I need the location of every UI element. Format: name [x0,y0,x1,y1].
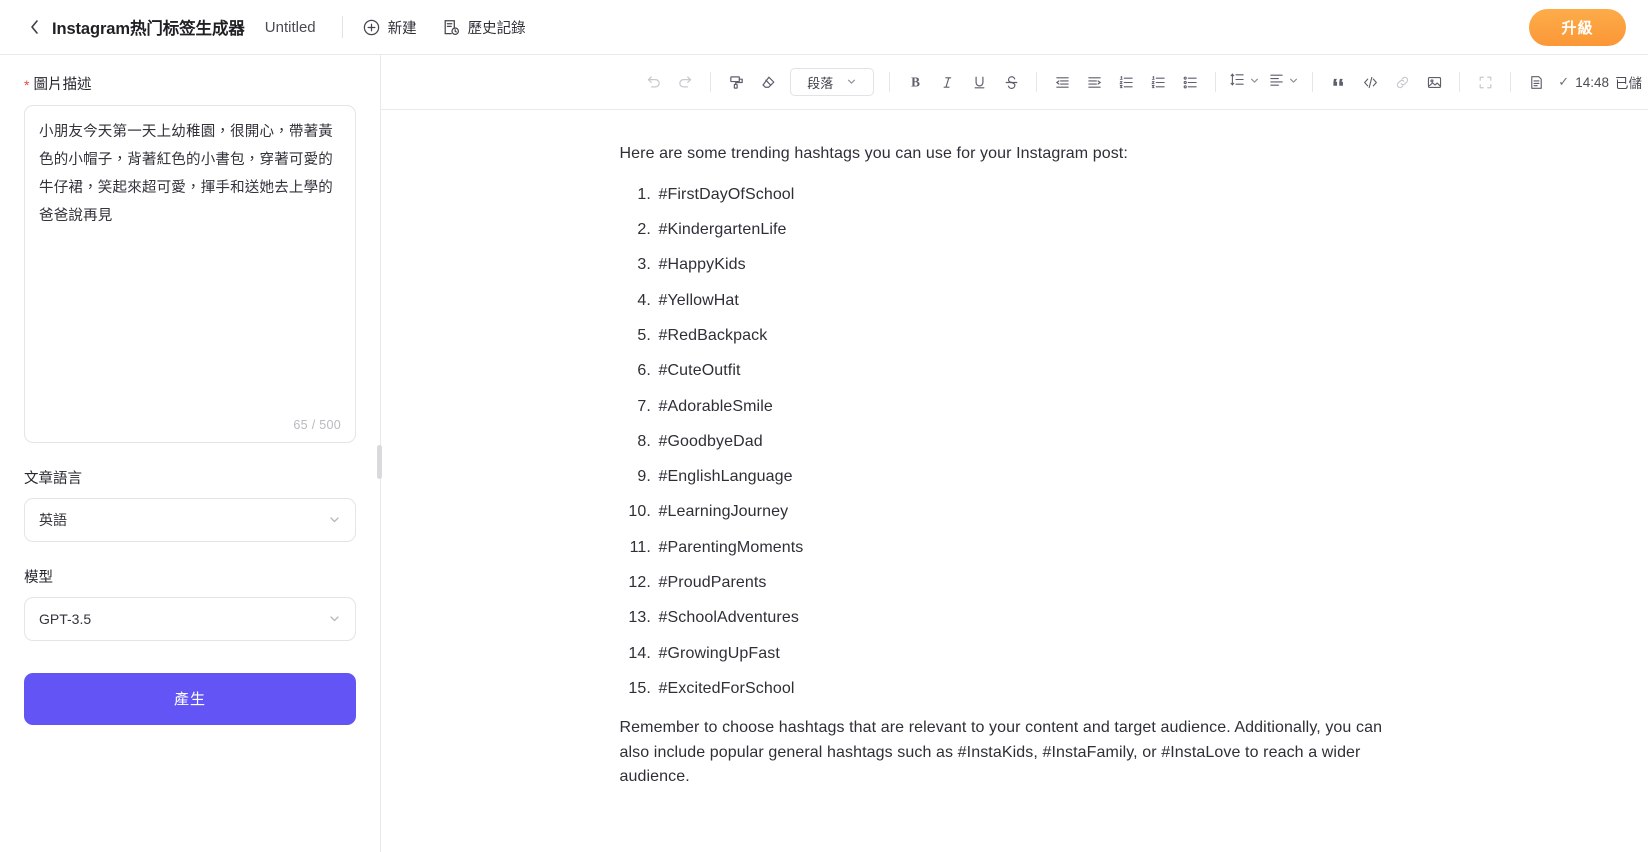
hashtag-list: #FirstDayOfSchool #KindergartenLife #Happy… [620,183,1410,702]
ordered-list-icon[interactable] [1110,66,1142,98]
line-height-select[interactable] [1225,66,1264,98]
hashtag-list-item: #GrowingUpFast [656,642,1410,667]
toolbar-divider [710,72,712,92]
document-icon[interactable] [1520,66,1552,98]
generate-button[interactable]: 產生 [24,672,356,725]
line-height-icon [1229,71,1246,93]
workspace: * 圖片描述 小朋友今天第一天上幼稚園，很開心，帶著黃色的小帽子，背著紅色的小書… [0,55,1648,852]
format-painter-icon[interactable] [720,66,752,98]
document-title-field[interactable]: Untitled [265,19,316,36]
code-icon[interactable] [1354,66,1386,98]
model-selected-value: GPT-3.5 [39,610,92,627]
header-divider [341,16,343,38]
top-header-bar: Instagram热门标签生成器 Untitled 新建 歷史記錄 升級 [0,0,1648,55]
save-label: 已儲 [1615,76,1642,91]
new-document-button[interactable]: 新建 [363,17,417,38]
editor-outro-paragraph: Remember to choose hashtags that are rel… [619,718,1383,786]
image-description-value[interactable]: 小朋友今天第一天上幼稚園，很開心，帶著黃色的小帽子，背著紅色的小書包，穿著可愛的… [39,118,341,231]
history-icon [443,19,460,36]
italic-icon[interactable] [931,66,963,98]
hashtag-list-item: #EnglishLanguage [656,465,1410,490]
image-description-label-text: 圖片描述 [33,77,92,93]
chevron-down-icon [846,75,857,90]
image-icon[interactable] [1418,66,1450,98]
hashtag-list-item: #ProudParents [656,571,1410,596]
editor-scroll-area[interactable]: Here are some trending hashtags you can … [381,110,1648,852]
history-label: 歷史記錄 [467,20,526,37]
redo-icon[interactable] [669,66,701,98]
hashtag-list-item: #RedBackpack [656,324,1410,349]
block-type-select[interactable]: 段落 [790,68,875,96]
editor-toolbar: 段落 B ✓ 14:48 已儲 [381,55,1648,110]
hashtag-list-item: #LearningJourney [656,500,1410,525]
editor-content[interactable]: Here are some trending hashtags you can … [620,110,1410,790]
language-select[interactable]: 英語 [24,497,356,542]
undo-icon[interactable] [637,66,669,98]
toolbar-divider [889,72,891,92]
language-label: 文章語言 [24,470,82,487]
outdent-icon[interactable] [1046,66,1078,98]
plus-circle-icon [363,19,380,36]
hashtag-list-item: #ExcitedForSchool [656,677,1410,702]
hashtag-list-item: #SchoolAdventures [656,606,1410,631]
model-select[interactable]: GPT-3.5 [24,596,356,641]
image-description-input[interactable]: 小朋友今天第一天上幼稚園，很開心，帶著黃色的小帽子，背著紅色的小書包，穿著可愛的… [24,104,356,443]
chevron-down-icon [1288,73,1299,91]
history-button[interactable]: 歷史記錄 [443,17,526,38]
upgrade-button[interactable]: 升級 [1529,9,1626,46]
editor-panel: 段落 B ✓ 14:48 已儲 Here are some trending h… [381,55,1648,852]
fullscreen-icon[interactable] [1469,66,1501,98]
chevron-down-icon [328,612,341,625]
hashtag-list-item: #ParentingMoments [656,536,1410,561]
toolbar-divider [1459,72,1461,92]
hashtag-list-item: #HappyKids [656,253,1410,278]
indent-icon[interactable] [1078,66,1110,98]
svg-text:B: B [911,74,920,89]
check-icon: ✓ [1558,74,1570,89]
align-icon [1268,71,1285,93]
form-sidebar: * 圖片描述 小朋友今天第一天上幼稚園，很開心，帶著黃色的小帽子，背著紅色的小書… [0,55,381,852]
toolbar-divider [1312,72,1314,92]
toolbar-divider [1036,72,1038,92]
text-align-select[interactable] [1264,66,1303,98]
link-icon[interactable] [1386,66,1418,98]
panel-resize-handle[interactable] [377,445,382,479]
hashtag-list-item: #AdorableSmile [656,395,1410,420]
chevron-down-icon [328,513,341,526]
block-type-value: 段落 [807,75,834,91]
hashtag-list-item: #GoodbyeDad [656,430,1410,455]
eraser-icon[interactable] [752,66,784,98]
chevron-down-icon [1249,73,1260,91]
quote-icon[interactable] [1322,66,1354,98]
hashtag-list-item: #KindergartenLife [656,218,1410,243]
required-asterisk: * [24,77,30,93]
language-selected-value: 英語 [39,511,67,528]
save-time: 14:48 [1575,74,1609,90]
ordered-list-alt-icon[interactable] [1142,66,1174,98]
image-description-label: * 圖片描述 [24,77,356,95]
model-label: 模型 [24,569,53,586]
toolbar-divider [1510,72,1512,92]
hashtag-list-item: #FirstDayOfSchool [656,183,1410,208]
hashtag-list-item: #YellowHat [656,289,1410,314]
character-counter: 65 / 500 [293,417,341,432]
new-document-label: 新建 [387,20,417,37]
bullet-list-icon[interactable] [1174,66,1206,98]
hashtag-list-item: #CuteOutfit [656,359,1410,384]
strikethrough-icon[interactable] [995,66,1027,98]
save-status: ✓ 14:48 已儲 [1558,72,1644,92]
page-title: Instagram热门标签生成器 [52,20,245,38]
toolbar-divider [1215,72,1217,92]
back-chevron-icon[interactable] [26,19,42,35]
editor-intro-paragraph: Here are some trending hashtags you can … [619,145,1128,162]
underline-icon[interactable] [963,66,995,98]
bold-icon[interactable]: B [899,66,931,98]
